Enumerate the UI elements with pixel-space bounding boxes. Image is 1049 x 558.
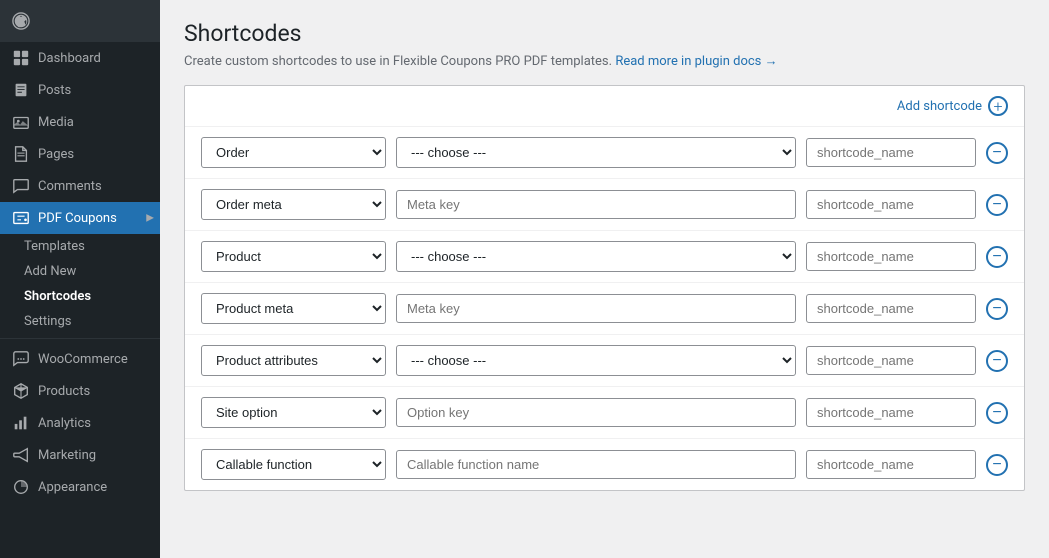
name-input-4[interactable] [806,294,976,323]
sidebar-label-pdf-coupons: PDF Coupons [38,211,117,226]
sidebar-sub-templates[interactable]: Templates [0,234,160,259]
sidebar-item-marketing[interactable]: Marketing [0,439,160,471]
remove-button-6[interactable]: − [986,402,1008,424]
sidebar-label-dashboard: Dashboard [38,51,101,66]
sidebar-item-pdf-coupons[interactable]: PDF Coupons ▶ [0,202,160,234]
shortcodes-container: Add shortcode + Order Order meta Product… [184,85,1025,491]
type-select-5[interactable]: Order Order meta Product Product meta Pr… [201,345,386,376]
name-input-2[interactable] [806,190,976,219]
sidebar-label-posts: Posts [38,83,71,98]
sidebar-item-posts[interactable]: Posts [0,74,160,106]
remove-button-4[interactable]: − [986,298,1008,320]
sidebar-label-marketing: Marketing [38,448,96,463]
shortcode-row-1: Order Order meta Product Product meta Pr… [185,127,1024,179]
remove-button-2[interactable]: − [986,194,1008,216]
docs-link[interactable]: Read more in plugin docs → [615,54,777,69]
sidebar-item-media[interactable]: Media [0,106,160,138]
sidebar-label-pages: Pages [38,147,74,162]
field-select-1[interactable]: --- choose --- [396,137,796,168]
name-input-6[interactable] [806,398,976,427]
shortcode-row-6: Order Order meta Product Product meta Pr… [185,387,1024,439]
remove-button-7[interactable]: − [986,454,1008,476]
name-input-3[interactable] [806,242,976,271]
sidebar-item-products[interactable]: Products [0,375,160,407]
sidebar-item-woocommerce[interactable]: WooCommerce [0,343,160,375]
field-input-7[interactable] [396,450,796,479]
add-shortcode-icon: + [988,96,1008,116]
wp-logo [0,0,160,42]
sidebar-sub-shortcodes[interactable]: Shortcodes [0,284,160,309]
type-select-6[interactable]: Order Order meta Product Product meta Pr… [201,397,386,428]
type-select-2[interactable]: Order Order meta Product Product meta Pr… [201,189,386,220]
sidebar-label-analytics: Analytics [38,416,91,431]
sidebar-sub-label-templates: Templates [24,239,85,254]
shortcode-row-5: Order Order meta Product Product meta Pr… [185,335,1024,387]
name-input-7[interactable] [806,450,976,479]
remove-button-5[interactable]: − [986,350,1008,372]
sidebar-item-dashboard[interactable]: Dashboard [0,42,160,74]
sidebar-item-comments[interactable]: Comments [0,170,160,202]
add-shortcode-button[interactable]: Add shortcode + [897,96,1008,116]
sidebar-sub-label-shortcodes: Shortcodes [24,289,91,304]
sidebar-label-products: Products [38,384,90,399]
field-input-2[interactable] [396,190,796,219]
shortcode-row-4: Order Order meta Product Product meta Pr… [185,283,1024,335]
field-select-3[interactable]: --- choose --- [396,241,796,272]
sidebar-sub-label-settings: Settings [24,314,71,329]
type-select-4[interactable]: Order Order meta Product Product meta Pr… [201,293,386,324]
shortcode-row-2: Order Order meta Product Product meta Pr… [185,179,1024,231]
sidebar-sub-settings[interactable]: Settings [0,309,160,334]
sidebar-label-appearance: Appearance [38,480,107,495]
page-subtitle: Create custom shortcodes to use in Flexi… [184,53,1025,69]
type-select-1[interactable]: Order Order meta Product Product meta Pr… [201,137,386,168]
add-shortcode-row: Add shortcode + [185,86,1024,127]
sidebar-label-comments: Comments [38,179,102,194]
remove-button-3[interactable]: − [986,246,1008,268]
sidebar-label-woocommerce: WooCommerce [38,352,128,367]
add-shortcode-label: Add shortcode [897,99,982,114]
name-input-5[interactable] [806,346,976,375]
sidebar-item-analytics[interactable]: Analytics [0,407,160,439]
shortcode-row-7: Order Order meta Product Product meta Pr… [185,439,1024,490]
field-input-4[interactable] [396,294,796,323]
field-input-6[interactable] [396,398,796,427]
name-input-1[interactable] [806,138,976,167]
remove-button-1[interactable]: − [986,142,1008,164]
shortcode-row-3: Order Order meta Product Product meta Pr… [185,231,1024,283]
sidebar-label-media: Media [38,115,74,130]
page-title: Shortcodes [184,20,1025,47]
sidebar-item-appearance[interactable]: Appearance [0,471,160,503]
sidebar-item-pages[interactable]: Pages [0,138,160,170]
field-select-5[interactable]: --- choose --- [396,345,796,376]
sidebar-sub-label-add-new: Add New [24,264,76,279]
main-content: Shortcodes Create custom shortcodes to u… [160,0,1049,558]
sidebar-sub-add-new[interactable]: Add New [0,259,160,284]
type-select-7[interactable]: Order Order meta Product Product meta Pr… [201,449,386,480]
sidebar: Dashboard Posts Media Pages Comments [0,0,160,558]
type-select-3[interactable]: Order Order meta Product Product meta Pr… [201,241,386,272]
